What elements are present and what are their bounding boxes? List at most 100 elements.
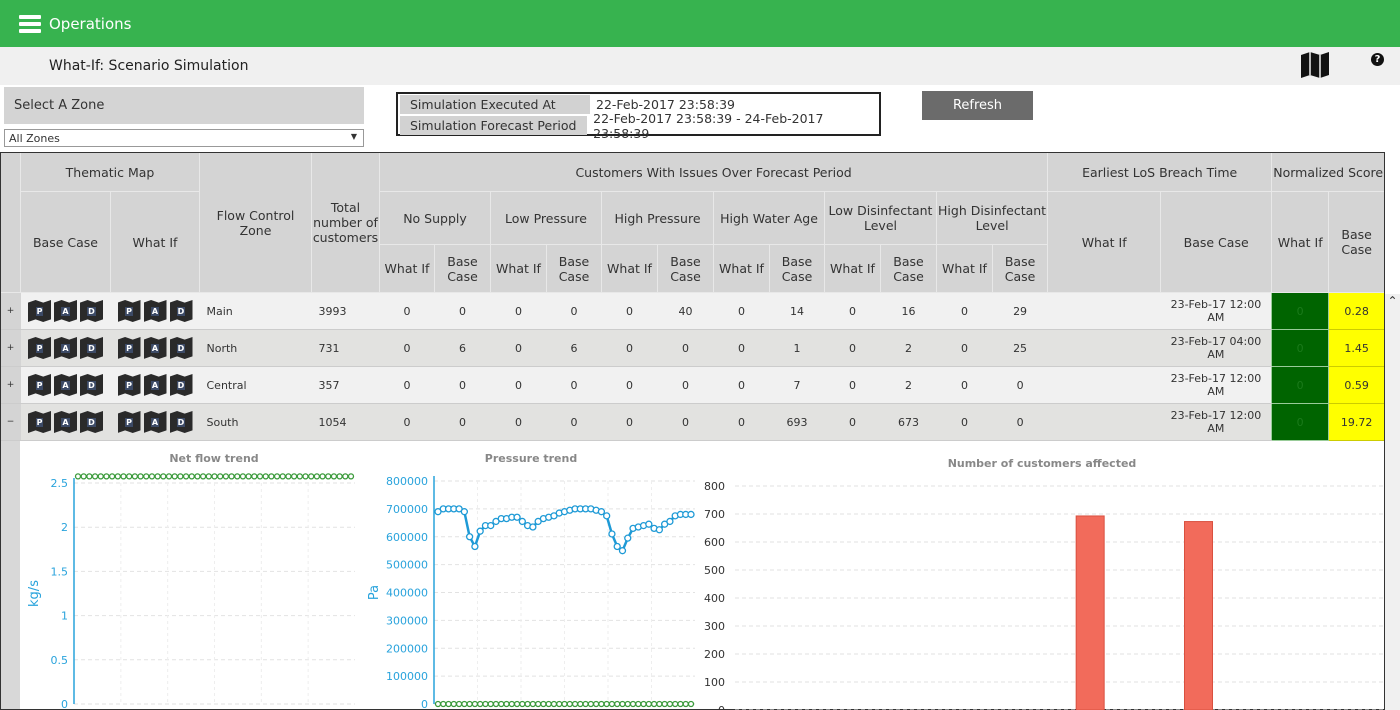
data-point (74, 473, 82, 480)
table-row[interactable]: + P A D P A D Central 357 0 0 0 0 0 0 0 7 0 2 0 0 23-Feb-17 1… (0, 366, 1386, 404)
base-subheader: Base Case (769, 244, 825, 293)
data-point (619, 700, 626, 708)
data-point (256, 473, 264, 480)
data-point (645, 520, 653, 528)
map-icon[interactable]: A (143, 374, 167, 396)
thematic-map-icons: PAD (21, 300, 111, 322)
total-customers: 357 (311, 366, 380, 404)
map-icon[interactable]: D (169, 411, 193, 433)
table-row[interactable]: − P A D P A D South 1054 0 0 0 0 0 0 0 693 0 673 0 0 23-Feb-1… (0, 403, 1386, 441)
menu-icon[interactable] (19, 12, 41, 36)
y-tick-label: 600 (704, 536, 725, 549)
data-point (336, 473, 343, 480)
data-point (342, 473, 349, 480)
data-point (650, 700, 658, 708)
y-tick-label: 100000 (386, 670, 428, 683)
page-title: What-If: Scenario Simulation (49, 58, 249, 74)
map-icon[interactable]: A (54, 411, 77, 433)
zone-name: Central (199, 366, 312, 404)
issue-count: 0 (546, 403, 602, 441)
data-point (445, 700, 452, 708)
los-whatif-header: What If (1047, 191, 1162, 293)
data-point (592, 700, 600, 708)
map-icon[interactable]: P (28, 374, 51, 396)
data-point (217, 473, 224, 480)
map-icon[interactable]: P (117, 300, 141, 322)
y-tick-label: 500000 (386, 559, 428, 572)
data-point (487, 700, 494, 708)
map-icon[interactable]: P (117, 374, 141, 396)
issue-count: 0 (490, 292, 547, 330)
data-point (177, 473, 184, 480)
map-icon[interactable]: A (54, 337, 77, 359)
map-icon[interactable]: A (54, 374, 77, 396)
map-icon[interactable]: D (80, 300, 103, 322)
map-icon[interactable]: D (80, 337, 103, 359)
score-base: 1.45 (1328, 329, 1386, 367)
data-point (285, 473, 292, 480)
data-point (640, 700, 647, 708)
score-whatif: 0 (1271, 366, 1330, 404)
help-icon[interactable]: ? (1371, 53, 1384, 66)
issue-count: 0 (713, 292, 770, 330)
app-header: Operations (0, 0, 1400, 47)
scroll-up-icon[interactable]: ⌃ (1385, 294, 1400, 308)
refresh-button[interactable]: Refresh (922, 91, 1033, 120)
data-point (120, 473, 127, 480)
data-point (450, 700, 457, 708)
map-icon[interactable]: P (117, 337, 141, 359)
data-point (80, 473, 87, 480)
map-icon[interactable]: D (169, 300, 193, 322)
thematic-map-icons: PAD (21, 337, 111, 359)
data-point (661, 700, 668, 708)
data-point (529, 700, 537, 708)
data-point (513, 513, 521, 521)
data-point (290, 473, 298, 480)
issue-count: 0 (434, 403, 491, 441)
data-point (672, 700, 679, 708)
data-point (194, 473, 201, 480)
period-label: Simulation Forecast Period (400, 116, 588, 135)
data-point (518, 517, 526, 526)
map-icon[interactable]: D (80, 411, 103, 433)
data-point (268, 473, 275, 480)
expand-toggle[interactable]: + (0, 366, 21, 404)
expand-toggle[interactable]: + (0, 292, 21, 330)
data-point (97, 473, 104, 480)
data-point (325, 473, 332, 480)
zone-select[interactable]: All Zones ▼ (4, 129, 364, 147)
zone-name: South (199, 403, 312, 441)
score-whatif: 0 (1271, 329, 1330, 367)
data-point (582, 700, 589, 708)
issue-count: 14 (769, 292, 825, 330)
data-point (228, 473, 235, 480)
data-point (618, 547, 627, 555)
thematic-map-header: Thematic Map (20, 152, 200, 192)
map-icon[interactable]: D (169, 337, 193, 359)
map-icon[interactable]: A (143, 337, 167, 359)
table-row[interactable]: + P A D P A D North 731 0 6 0 6 0 0 0 1 0 2 0 25 23-Feb-17 04… (0, 329, 1386, 367)
map-icon[interactable]: A (54, 300, 77, 322)
issue-count: 0 (657, 329, 714, 367)
map-icon[interactable] (1300, 51, 1330, 79)
issue-count: 2 (880, 366, 937, 404)
expand-toggle[interactable]: + (0, 329, 21, 367)
map-icon[interactable]: P (117, 411, 141, 433)
map-icon[interactable]: P (28, 337, 51, 359)
map-icon[interactable]: P (28, 411, 51, 433)
los-whatif (1047, 292, 1161, 330)
issue-count: 0 (601, 403, 658, 441)
data-point (645, 700, 652, 708)
map-icon[interactable]: A (143, 300, 167, 322)
data-point (165, 473, 173, 480)
scrollbar[interactable]: ⌃ (1385, 294, 1400, 710)
y-tick-label: 0.5 (51, 654, 69, 667)
map-icon[interactable]: D (169, 374, 193, 396)
issue-count: 0 (379, 403, 435, 441)
map-icon[interactable]: P (28, 300, 51, 322)
issue-group-header: Low Disinfectant Level (824, 191, 937, 245)
map-icon[interactable]: D (80, 374, 103, 396)
map-icon[interactable]: A (143, 411, 167, 433)
expand-toggle[interactable]: − (0, 403, 21, 441)
table-row[interactable]: + P A D P A D Main 3993 0 0 0 0 0 40 0 14 0 16 0 29 23-Feb-17… (0, 292, 1386, 330)
